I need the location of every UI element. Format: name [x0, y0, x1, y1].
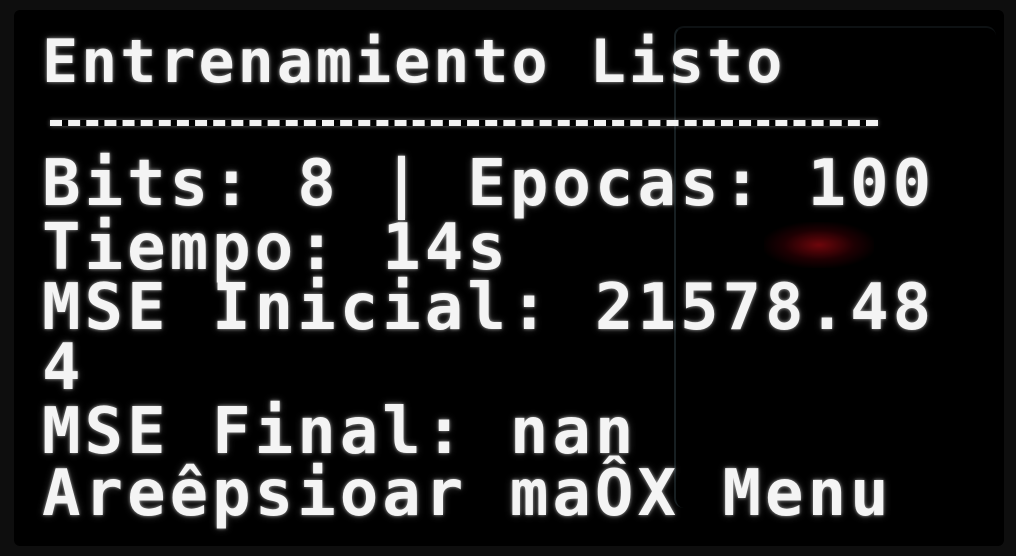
initial-mse-line: MSE Inicial: 21578.48	[42, 271, 936, 345]
bits-epochs-line: Bits: 8 | Epocas: 100	[42, 147, 936, 221]
title-separator	[50, 120, 878, 126]
screen-title: Entrenamiento Listo	[42, 27, 786, 97]
screen-glare	[674, 26, 996, 508]
oled-screen: Entrenamiento Listo Bits: 8 | Epocas: 10…	[14, 10, 1004, 546]
status-led	[764, 222, 874, 268]
menu-prompt-line: Areêpsioar maÔX Menu	[42, 457, 893, 531]
initial-mse-overflow-line: 4	[42, 331, 85, 405]
final-mse-line: MSE Final: nan	[42, 395, 638, 469]
